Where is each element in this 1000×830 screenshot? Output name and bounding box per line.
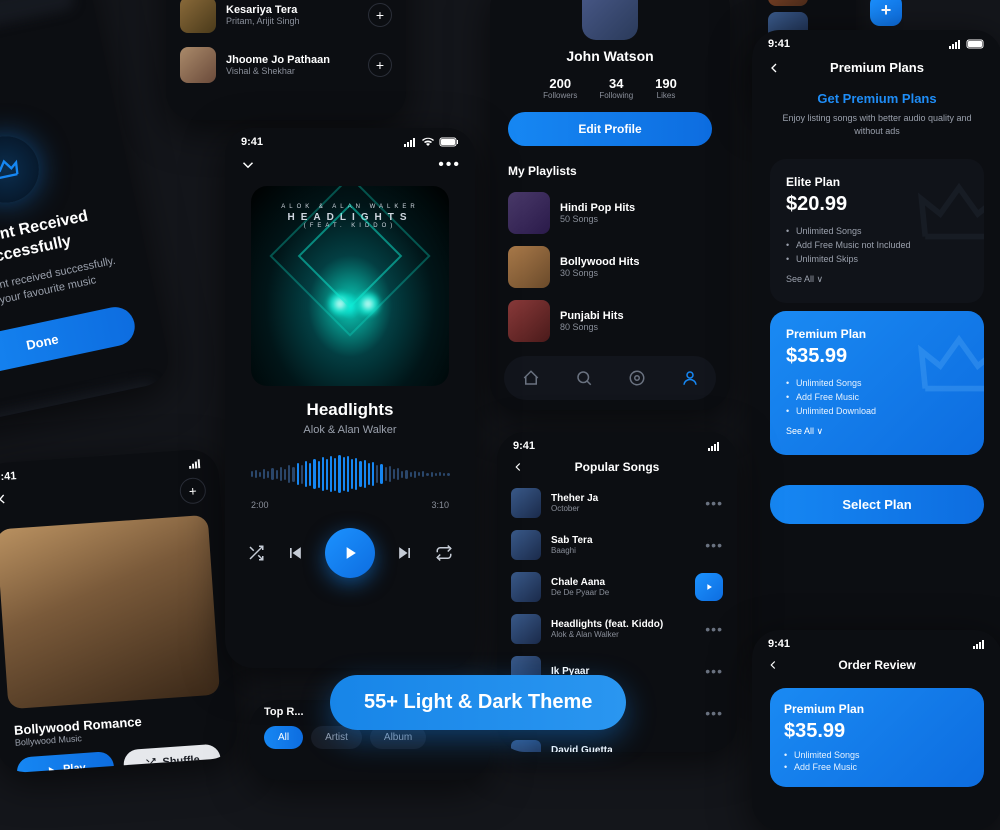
premium-intro-title: Get Premium Plans: [776, 91, 978, 106]
elite-plan-card[interactable]: Elite Plan $20.99 Unlimited SongsAdd Fre…: [770, 159, 984, 303]
tracks-screen: Apna Bana LeArijit Singh + Kesariya Tera…: [166, 0, 406, 120]
shuffle-icon[interactable]: [247, 544, 265, 562]
theme-banner: 55+ Light & Dark Theme: [330, 675, 626, 730]
nav-profile-icon[interactable]: [681, 369, 699, 387]
song-row[interactable]: Theher JaOctober•••: [497, 482, 737, 524]
bottom-nav: [504, 356, 716, 400]
song-title: Headlights: [225, 400, 475, 420]
order-review-screen: 9:41 Order Review Premium Plan $35.99 Un…: [752, 630, 1000, 830]
prev-icon[interactable]: [285, 543, 305, 563]
back-icon[interactable]: [766, 60, 782, 76]
time-total: 3:10: [431, 500, 449, 510]
track-row[interactable]: Kesariya TeraPritam, Arijit Singh +: [166, 0, 406, 40]
chevron-down-icon[interactable]: [239, 156, 257, 174]
add-icon[interactable]: +: [368, 53, 392, 77]
edit-profile-button[interactable]: Edit Profile: [508, 112, 712, 146]
premium-screen: 9:41 Premium Plans Get Premium Plans Enj…: [752, 30, 1000, 670]
nav-library-icon[interactable]: [628, 369, 646, 387]
status-time: 9:41: [241, 136, 263, 148]
playlist-row[interactable]: Punjabi Hits80 Songs: [490, 294, 730, 348]
more-icon[interactable]: •••: [438, 156, 461, 174]
back-icon[interactable]: [0, 491, 11, 518]
premium-intro-sub: Enjoy listing songs with better audio qu…: [776, 112, 978, 137]
order-header: Order Review: [838, 658, 915, 672]
back-icon[interactable]: [766, 658, 780, 672]
profile-screen: John Watson 200Followers 34Following 190…: [490, 0, 730, 410]
premium-header: Premium Plans: [830, 60, 924, 75]
song-row[interactable]: David Guetta(Blue)•••: [497, 734, 737, 752]
more-icon[interactable]: •••: [705, 621, 723, 637]
profile-name: John Watson: [490, 48, 730, 64]
album-art: ALOK & ALAN WALKERHEADLIGHTS(FEAT. KIDDO…: [251, 186, 449, 386]
playlist-row[interactable]: Hindi Pop Hits50 Songs: [490, 186, 730, 240]
more-icon[interactable]: •••: [705, 705, 723, 721]
popular-header: Popular Songs: [575, 460, 660, 474]
crown-icon: [0, 130, 45, 208]
payment-success-screen: Payment Received Successfully Your payme…: [0, 0, 173, 430]
done-button[interactable]: Done: [0, 304, 138, 381]
song-row[interactable]: Chale AanaDe De Pyaar De: [497, 566, 737, 608]
playlist-cover: [0, 515, 220, 709]
playlist-row[interactable]: Bollywood Hits30 Songs: [490, 240, 730, 294]
back-icon[interactable]: [511, 460, 525, 474]
nav-search-icon[interactable]: [575, 369, 593, 387]
play-button[interactable]: [325, 528, 375, 578]
select-plan-button[interactable]: Select Plan: [770, 485, 984, 524]
more-icon[interactable]: •••: [705, 537, 723, 553]
song-artist: Alok & Alan Walker: [225, 424, 475, 436]
order-plan-card: Premium Plan $35.99 Unlimited SongsAdd F…: [770, 688, 984, 787]
see-all-link[interactable]: See All ∨: [786, 274, 823, 285]
more-icon[interactable]: •••: [705, 495, 723, 511]
time-elapsed: 2:00: [251, 500, 269, 510]
tab-all[interactable]: All: [264, 726, 303, 749]
add-icon[interactable]: +: [368, 3, 392, 27]
song-row[interactable]: Sab TeraBaaghi•••: [497, 524, 737, 566]
profile-stats: 200Followers 34Following 190Likes: [490, 76, 730, 100]
avatar: [582, 0, 638, 40]
romance-screen: 9:41 + Bollywood RomanceBollywood Music …: [0, 448, 239, 774]
play-icon[interactable]: [695, 573, 723, 601]
status-icons: [403, 137, 459, 147]
player-screen: 9:41 ••• ALOK & ALAN WALKERHEADLIGHTS(FE…: [225, 128, 475, 668]
next-icon[interactable]: [395, 543, 415, 563]
nav-home-icon[interactable]: [522, 369, 540, 387]
premium-plan-card[interactable]: Premium Plan $35.99 Unlimited SongsAdd F…: [770, 311, 984, 455]
my-playlists-title: My Playlists: [490, 150, 730, 186]
more-icon[interactable]: •••: [705, 663, 723, 679]
see-all-link[interactable]: See All ∨: [786, 426, 823, 437]
add-button[interactable]: +: [870, 0, 902, 26]
waveform[interactable]: [249, 452, 451, 496]
more-icon[interactable]: •••: [705, 747, 723, 752]
add-icon[interactable]: +: [179, 477, 207, 505]
song-row[interactable]: Headlights (feat. Kiddo)Alok & Alan Walk…: [497, 608, 737, 650]
repeat-icon[interactable]: [435, 544, 453, 562]
track-row[interactable]: Jhoome Jo PathaanVishal & Shekhar +: [166, 40, 406, 90]
